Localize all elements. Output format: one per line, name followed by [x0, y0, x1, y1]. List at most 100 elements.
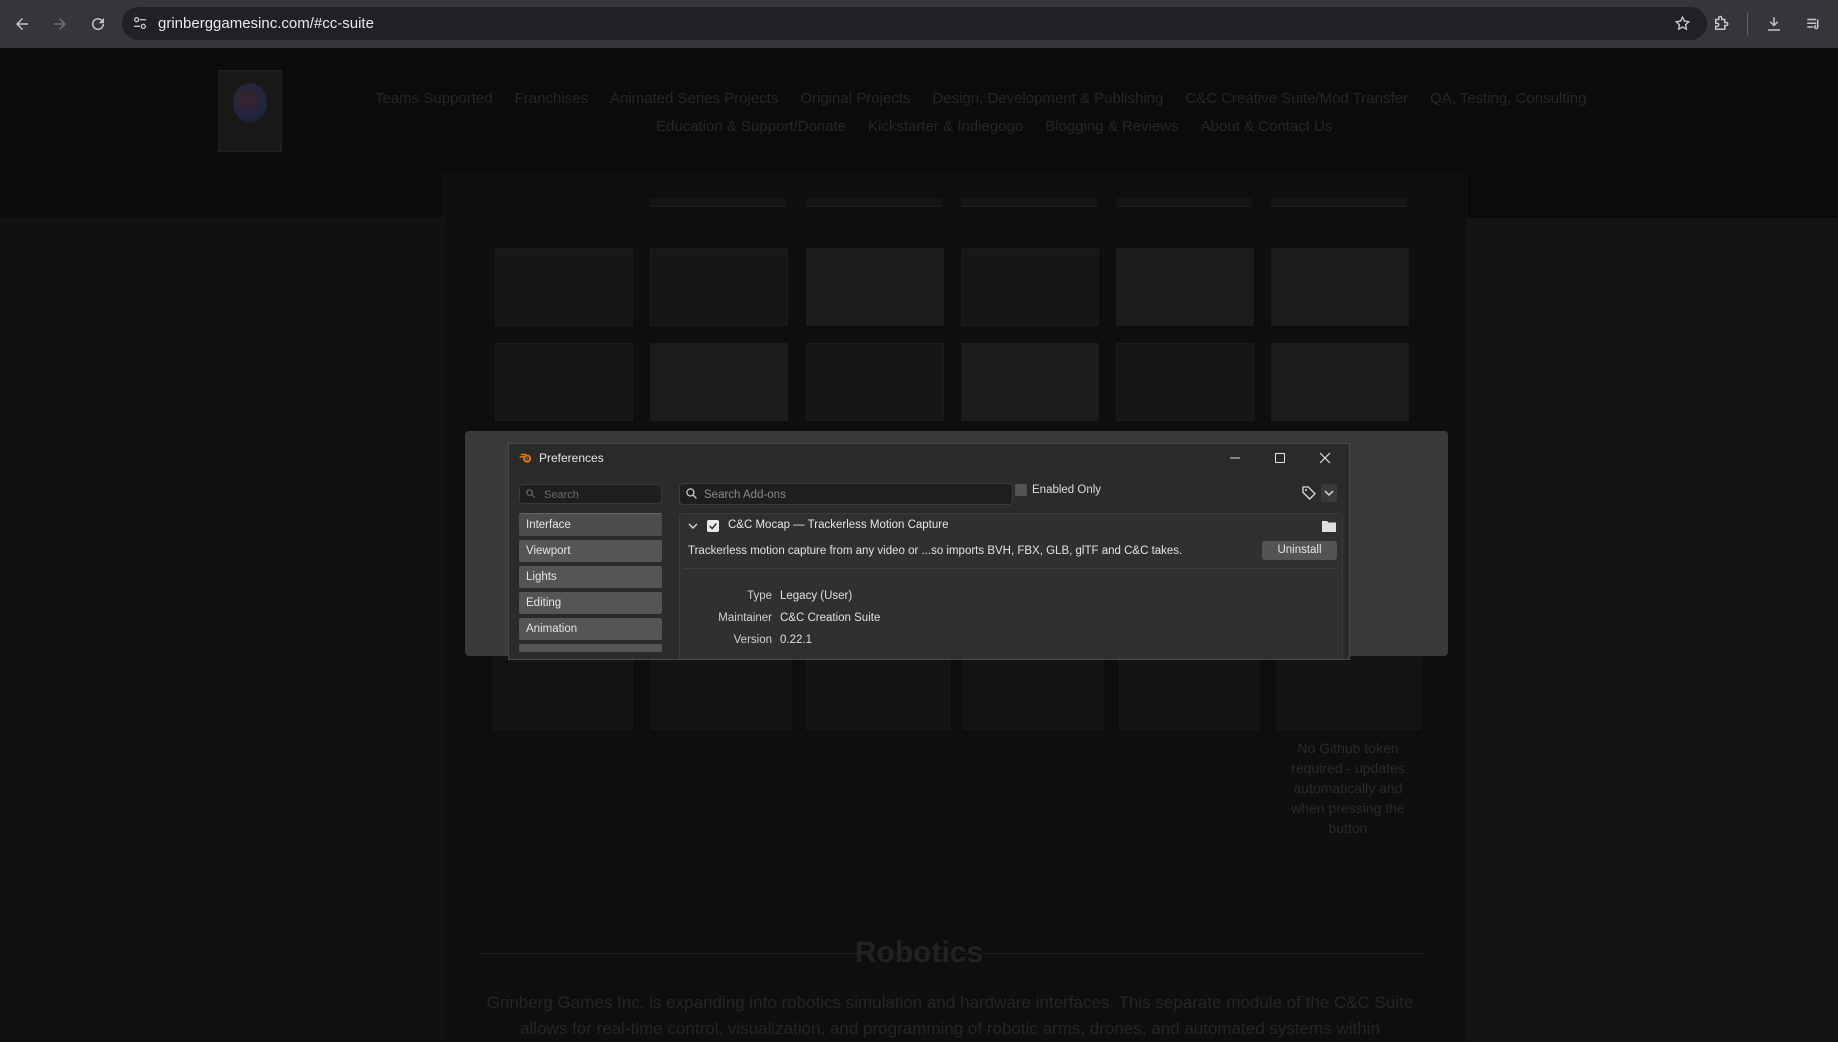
- back-button[interactable]: [4, 6, 40, 42]
- uninstall-button[interactable]: Uninstall: [1262, 541, 1337, 560]
- site-info-icon[interactable]: [132, 15, 148, 31]
- maintainer-label: Maintainer: [718, 612, 772, 624]
- preferences-search[interactable]: [519, 484, 662, 504]
- maintainer-value: C&C Creation Suite: [780, 612, 881, 624]
- preferences-title: Preferences: [539, 451, 604, 465]
- puzzle-icon: [1715, 15, 1729, 30]
- gallery-thumb[interactable]: [806, 656, 950, 730]
- gallery-thumb[interactable]: [495, 343, 633, 421]
- site-nav-link[interactable]: C&C Creative Suite/Mod Transfer: [1185, 90, 1408, 107]
- reload-icon: [92, 18, 105, 31]
- browser-toolbar: grinberggamesinc.com/#cc-suite: [0, 0, 1838, 48]
- github-note: No Github token required - updates autom…: [1291, 740, 1405, 836]
- gallery-thumb[interactable]: [493, 656, 633, 730]
- gallery-thumb[interactable]: [1271, 343, 1409, 421]
- version-label: Version: [733, 634, 772, 646]
- maximize-button[interactable]: [1257, 444, 1302, 472]
- folder-icon[interactable]: [1322, 519, 1336, 532]
- category-animation[interactable]: Animation: [519, 618, 662, 640]
- downloads-button[interactable]: [1754, 4, 1794, 44]
- category-interface[interactable]: Interface: [519, 513, 662, 536]
- addon-enabled-checkbox[interactable]: [707, 520, 719, 532]
- gallery-thumb[interactable]: [651, 656, 791, 730]
- type-value: Legacy (User): [780, 590, 853, 602]
- category-list: Interface Viewport Lights Editing Animat…: [519, 513, 662, 656]
- site-nav-link[interactable]: Design, Development & Publishing: [932, 90, 1163, 107]
- media-queue-icon: [1807, 18, 1819, 30]
- arrow-left-icon: [16, 18, 28, 30]
- site-nav-link[interactable]: QA, Testing, Consulting: [1430, 90, 1586, 107]
- category-editing[interactable]: Editing: [519, 592, 662, 614]
- gallery-thumb[interactable]: [963, 656, 1103, 730]
- search-icon: [686, 488, 697, 499]
- gallery-thumb[interactable]: [1277, 656, 1421, 730]
- addon-header[interactable]: C&C Mocap — Trackerless Motion Capture: [680, 514, 1342, 538]
- tag-filter-icon[interactable]: [1301, 485, 1317, 501]
- site-logo[interactable]: [218, 70, 282, 152]
- site-nav-primary: Teams Supported Franchises Animated Series…: [0, 90, 1838, 107]
- category-viewport[interactable]: Viewport: [519, 540, 662, 562]
- gallery-thumb[interactable]: [1116, 343, 1254, 421]
- close-icon: [1319, 452, 1330, 464]
- addon-search-input[interactable]: [702, 486, 1006, 503]
- preferences-window: Preferences Interface Viewport Lights Ed…: [508, 443, 1350, 660]
- gallery-thumb[interactable]: [650, 248, 788, 326]
- checkmark-icon: [709, 523, 717, 530]
- preferences-search-input[interactable]: [542, 486, 656, 503]
- arrow-right-icon: [54, 18, 66, 30]
- gallery-thumb[interactable]: [806, 198, 942, 207]
- gallery-thumb[interactable]: [650, 198, 786, 207]
- gallery-thumb[interactable]: [1271, 248, 1409, 326]
- addon-name: C&C Mocap — Trackerless Motion Capture: [728, 519, 949, 531]
- bookmark-star-icon[interactable]: [1674, 15, 1691, 32]
- forward-button[interactable]: [42, 6, 78, 42]
- site-nav-link[interactable]: Original Projects: [800, 90, 910, 107]
- filter-dropdown-button[interactable]: [1321, 484, 1337, 502]
- gallery-thumb[interactable]: [806, 343, 944, 421]
- enabled-only-label: Enabled Only: [1032, 484, 1102, 496]
- gallery-thumb[interactable]: [650, 343, 788, 421]
- toolbar-divider: [1747, 13, 1748, 35]
- chevron-down-icon[interactable]: [688, 521, 698, 531]
- chevron-down-icon: [1324, 490, 1334, 497]
- enabled-only-checkbox[interactable]: [1015, 484, 1027, 496]
- gallery-thumb[interactable]: [961, 198, 1097, 207]
- site-nav-link[interactable]: Blogging & Reviews: [1045, 118, 1178, 135]
- gallery-thumb[interactable]: [1271, 198, 1407, 207]
- preferences-titlebar: Preferences: [509, 444, 1349, 472]
- gallery-thumb[interactable]: [806, 248, 944, 326]
- category-lights[interactable]: Lights: [519, 566, 662, 588]
- gallery-thumb[interactable]: [495, 248, 633, 326]
- type-label: Type: [747, 590, 772, 602]
- site-nav-link[interactable]: Animated Series Projects: [610, 90, 778, 107]
- media-control-button[interactable]: [1794, 4, 1834, 44]
- addon-description: Trackerless motion capture from any vide…: [688, 545, 1183, 557]
- close-button[interactable]: [1302, 444, 1347, 472]
- gallery-thumb[interactable]: [1116, 248, 1254, 326]
- site-nav-link[interactable]: Franchises: [515, 90, 588, 107]
- gallery-thumb[interactable]: [961, 343, 1099, 421]
- site-nav-secondary: Education & Support/Donate Kickstarter & …: [0, 118, 1838, 135]
- version-value: 0.22.1: [780, 634, 812, 646]
- search-icon: [526, 489, 536, 499]
- site-nav-link[interactable]: Teams Supported: [375, 90, 493, 107]
- site-nav-link[interactable]: About & Contact Us: [1201, 118, 1333, 135]
- enabled-only-toggle[interactable]: Enabled Only: [1015, 484, 1101, 496]
- gallery-thumb[interactable]: [1119, 656, 1259, 730]
- download-icon: [1768, 17, 1780, 31]
- addon-search[interactable]: [679, 483, 1013, 505]
- reload-button[interactable]: [80, 6, 116, 42]
- address-bar[interactable]: grinberggamesinc.com/#cc-suite: [122, 7, 1707, 40]
- site-nav-link[interactable]: Education & Support/Donate: [656, 118, 846, 135]
- addon-panel: C&C Mocap — Trackerless Motion Capture T…: [679, 513, 1343, 659]
- gallery-thumb[interactable]: [1116, 198, 1252, 207]
- category-next[interactable]: [519, 644, 662, 652]
- blender-icon: [519, 453, 532, 463]
- extensions-button[interactable]: [1701, 4, 1741, 44]
- maximize-icon: [1274, 453, 1285, 463]
- addon-divider: [684, 568, 1338, 569]
- gallery-thumb[interactable]: [961, 248, 1099, 326]
- minimize-button[interactable]: [1212, 444, 1257, 472]
- minimize-icon: [1229, 457, 1240, 459]
- site-nav-link[interactable]: Kickstarter & Indiegogo: [868, 118, 1023, 135]
